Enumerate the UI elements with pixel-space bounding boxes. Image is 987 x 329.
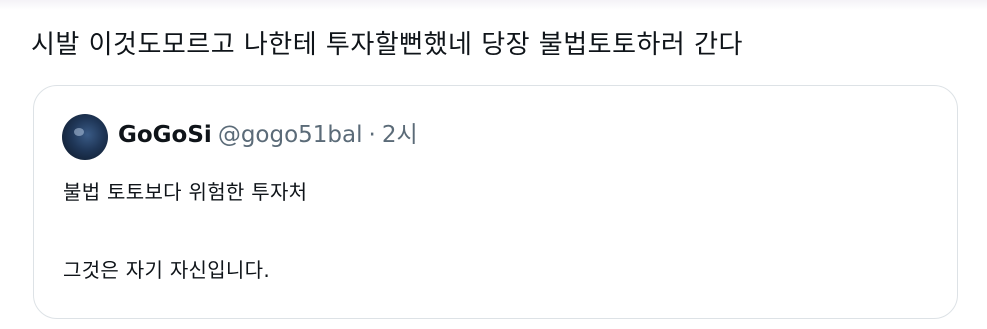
- post-time[interactable]: 2시: [382, 122, 418, 148]
- top-fade: [0, 0, 987, 10]
- quoted-post-text-line: 불법 토토보다 위험한 투자처: [63, 180, 308, 204]
- avatar[interactable]: [62, 114, 108, 160]
- quoted-post-card[interactable]: GoGoSi @gogo51bal · 2시 불법 토토보다 위험한 투자처 그것은 …: [33, 85, 958, 319]
- author-name[interactable]: GoGoSi: [118, 122, 212, 148]
- separator-dot: ·: [368, 122, 376, 148]
- author-handle[interactable]: @gogo51bal: [218, 122, 363, 148]
- post-text: 시발 이것도모르고 나한테 투자할뻔했네 당장 불법토토하러 간다: [31, 30, 743, 60]
- quoted-post-header: GoGoSi @gogo51bal · 2시: [118, 119, 418, 151]
- quoted-post-text-line: 그것은 자기 자신입니다.: [63, 258, 270, 282]
